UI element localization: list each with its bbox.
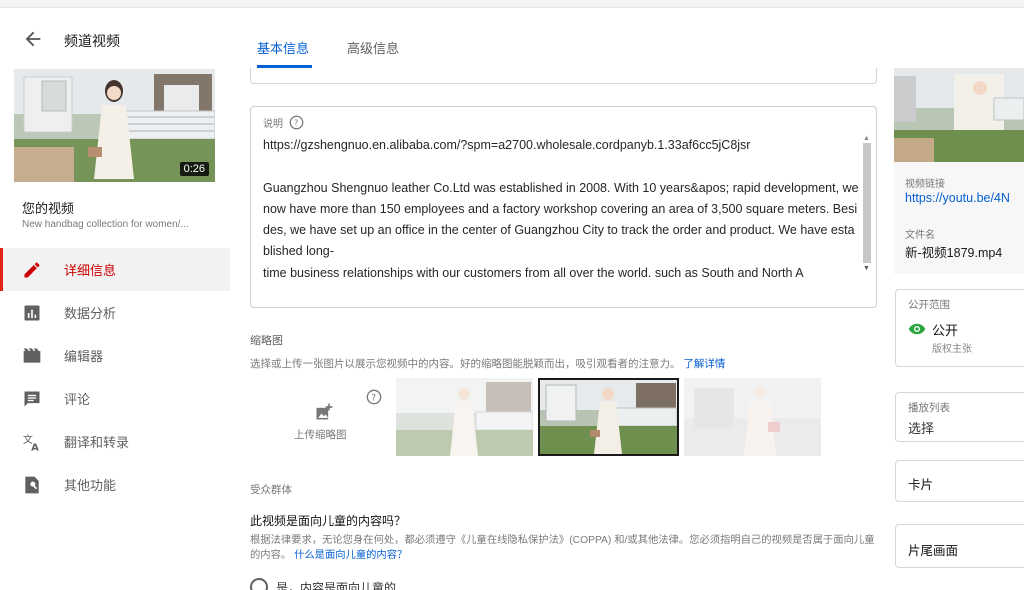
playlist-value: 选择	[908, 421, 935, 436]
audience-text: 根据法律要求，无论您身在何处，都必须遵守《儿童在线隐私保护法》(COPPA) 和…	[250, 533, 880, 563]
video-info-card: 视频链接 https://youtu.be/4N 文件名 新-视频1879.mp…	[894, 162, 1024, 274]
video-description: New handbag collection for women/...	[22, 219, 189, 230]
upload-thumbnail-button[interactable]: 上传缩略图 ?	[250, 378, 390, 456]
sidebar-item-label: 详细信息	[64, 263, 117, 278]
pencil-icon	[22, 260, 42, 280]
other-features-icon	[22, 475, 42, 495]
top-strip	[0, 0, 1024, 8]
visibility-value: 公开	[932, 323, 959, 338]
video-link[interactable]: https://youtu.be/4N	[905, 191, 1010, 205]
file-name-label: 文件名	[905, 230, 935, 241]
radio-button[interactable]	[250, 578, 268, 590]
tab-bar: 基本信息 高级信息	[230, 8, 890, 68]
video-duration: 0:26	[179, 162, 209, 176]
sidebar-header: 频道视频	[0, 28, 230, 52]
thumbnail-option-2-selected[interactable]	[538, 378, 679, 456]
sidebar-item-editor[interactable]: 编辑器	[0, 334, 230, 377]
visibility-dropdown[interactable]: 公开范围 公开 版权主张	[895, 289, 1024, 367]
comment-icon	[22, 389, 42, 409]
end-screen-button[interactable]: 片尾画面	[895, 524, 1024, 568]
sidebar-item-other-features[interactable]: 其他功能	[0, 463, 230, 506]
svg-text:?: ?	[294, 118, 298, 128]
file-name: 新-视频1879.mp4	[905, 246, 1003, 260]
svg-text:A: A	[31, 442, 39, 452]
title-field[interactable]	[250, 68, 877, 84]
made-for-kids-link[interactable]: 什么是面向儿童的内容？	[294, 550, 407, 561]
video-preview[interactable]	[894, 68, 1024, 162]
radio-made-for-kids-yes[interactable]: 是，内容是面向儿童的	[250, 578, 396, 590]
upload-thumbnail-label: 上传缩略图	[294, 429, 347, 441]
thumbnails-help-text: 选择或上传一张图片以展示您视频中的内容。好的缩略图能脱颖而出，吸引观看者的注意力…	[250, 358, 681, 370]
translate-icon: 文A	[22, 432, 42, 452]
playlist-dropdown[interactable]: 播放列表 选择	[895, 392, 1024, 442]
back-arrow-icon[interactable]	[22, 28, 44, 50]
thumbnail-option-1[interactable]	[396, 378, 533, 456]
scroll-thumb[interactable]	[863, 143, 871, 263]
audience-question: 此视频是面向儿童的内容吗？	[250, 514, 407, 528]
playlist-label: 播放列表	[908, 402, 950, 414]
add-photo-icon	[314, 402, 334, 427]
description-text[interactable]: https://gzshengnuo.en.alibaba.com/?spm=a…	[263, 135, 859, 284]
thumbnail-option-3[interactable]	[684, 378, 821, 456]
eye-icon	[908, 322, 926, 340]
sidebar-item-label: 翻译和转录	[64, 435, 130, 450]
your-video-label: 您的视频	[22, 201, 75, 216]
description-scrollbar[interactable]: ▲ ▼	[862, 135, 872, 275]
video-thumbnail[interactable]: 0:26	[14, 69, 215, 182]
sidebar-item-label: 数据分析	[64, 306, 117, 321]
help-icon[interactable]: ?	[289, 115, 304, 130]
end-screen-label: 片尾画面	[908, 544, 959, 558]
video-link-label: 视频链接	[905, 179, 945, 190]
analytics-icon	[22, 303, 42, 323]
sidebar-nav: 详细信息 数据分析 编辑器 评论 文A 翻译和转录 其他功能	[0, 248, 230, 506]
description-label-row: 说明 ?	[263, 115, 304, 130]
right-panel: 视频链接 https://youtu.be/4N 文件名 新-视频1879.mp…	[893, 8, 1024, 590]
thumbnails-help: 选择或上传一张图片以展示您视频中的内容。好的缩略图能脱颖而出，吸引观看者的注意力…	[250, 356, 725, 371]
sidebar-item-label: 评论	[64, 392, 91, 407]
visibility-subtext: 版权主张	[932, 344, 972, 355]
thumbnails-label: 缩略图	[250, 335, 283, 347]
sidebar-item-label: 编辑器	[64, 349, 104, 364]
sidebar-title: 频道视频	[64, 33, 120, 49]
cards-label: 卡片	[908, 478, 934, 492]
visibility-label: 公开范围	[908, 299, 950, 311]
help-icon[interactable]: ?	[366, 389, 382, 410]
sidebar-item-label: 其他功能	[64, 478, 117, 493]
sidebar-item-comments[interactable]: 评论	[0, 377, 230, 420]
cards-button[interactable]: 卡片	[895, 460, 1024, 502]
scroll-down-icon[interactable]: ▼	[863, 265, 870, 272]
tab-advanced-info[interactable]: 高级信息	[347, 38, 399, 57]
audience-label: 受众群体	[250, 484, 292, 496]
description-label: 说明	[263, 119, 283, 130]
scroll-up-icon[interactable]: ▲	[863, 135, 870, 142]
tab-basic-info[interactable]: 基本信息	[257, 38, 309, 57]
sidebar: 频道视频 0:26 您的视频 New handbag collection fo…	[0, 8, 230, 590]
learn-more-link[interactable]: 了解详情	[683, 358, 725, 370]
svg-text:?: ?	[371, 393, 376, 403]
sidebar-item-analytics[interactable]: 数据分析	[0, 291, 230, 334]
sidebar-item-details[interactable]: 详细信息	[0, 248, 230, 291]
description-field[interactable]: 说明 ? https://gzshengnuo.en.alibaba.com/?…	[250, 106, 877, 308]
radio-label: 是，内容是面向儿童的	[276, 580, 397, 590]
sidebar-item-translations[interactable]: 文A 翻译和转录	[0, 420, 230, 463]
editor-icon	[22, 346, 42, 366]
